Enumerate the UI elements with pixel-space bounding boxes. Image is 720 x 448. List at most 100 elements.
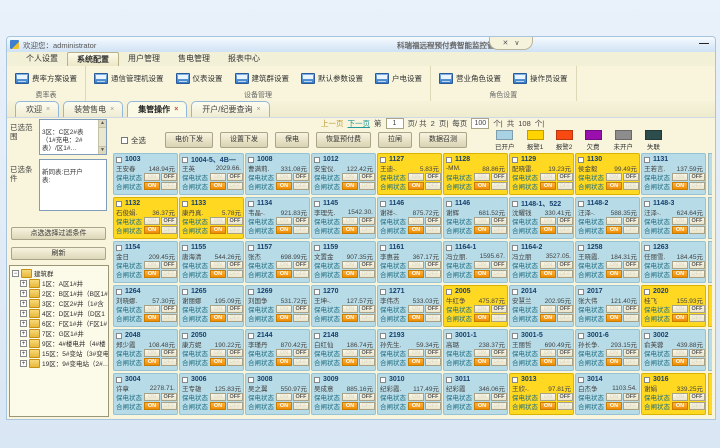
protect-on-toggle[interactable]: ON (144, 305, 160, 313)
switch-on-toggle[interactable]: ON (540, 402, 556, 410)
card-checkbox[interactable] (116, 333, 122, 339)
switch-off-toggle[interactable]: OFF (491, 226, 507, 234)
switch-off-toggle[interactable]: OFF (227, 182, 243, 190)
protect-off-toggle[interactable]: OFF (689, 217, 705, 225)
switch-off-toggle[interactable]: OFF (425, 182, 441, 190)
expand-icon[interactable]: + (20, 310, 27, 317)
prev-page-link[interactable]: 上一页 (321, 118, 344, 129)
switch-off-toggle[interactable]: OFF (227, 314, 243, 322)
protect-on-toggle[interactable]: ON (144, 349, 160, 357)
meter-card[interactable]: 1265谢丽娜195.09元保电状态ONOFF合闸状态ONOFF (179, 285, 244, 327)
menu-item[interactable]: 个人设置 (17, 52, 67, 66)
meter-card[interactable]: 1128-MM.88.86元保电状态ONOFF合闸状态ONOFF (443, 153, 508, 195)
protect-on-toggle[interactable]: ON (606, 173, 622, 181)
card-checkbox[interactable] (380, 201, 386, 207)
protect-on-toggle[interactable]: ON (210, 261, 226, 269)
tab[interactable]: 开户/纪要查询× (191, 101, 269, 117)
per-page-input[interactable]: 100 (471, 118, 489, 129)
protect-on-toggle[interactable]: ON (144, 217, 160, 225)
switch-on-toggle[interactable]: ON (474, 314, 490, 322)
select-all-checkbox[interactable] (121, 137, 128, 144)
card-checkbox[interactable] (182, 377, 188, 383)
tab-close-icon[interactable]: × (257, 106, 261, 113)
ribbon-button[interactable]: 操作员设置 (509, 70, 572, 87)
meter-card[interactable]: 1161李惠芸367.17元保电状态ONOFF合闸状态ONOFF (377, 241, 442, 283)
protect-on-toggle[interactable]: ON (606, 393, 622, 401)
select-all[interactable]: 全选 (121, 135, 146, 146)
protect-off-toggle[interactable]: OFF (161, 305, 177, 313)
protect-on-toggle[interactable]: ON (342, 261, 358, 269)
meter-card[interactable]: 1269刘国争531.72元保电状态ONOFF合闸状态ONOFF (245, 285, 310, 327)
menu-item[interactable]: 报表中心 (219, 52, 269, 66)
switch-off-toggle[interactable]: OFF (689, 182, 705, 190)
listbox-scrollbar[interactable]: ▲ ▼ (98, 120, 106, 154)
meter-card[interactable]: 3001-1高璐238.37元保电状态ONOFF合闸状态ONOFF (443, 329, 508, 371)
protect-off-toggle[interactable]: OFF (227, 349, 243, 357)
switch-off-toggle[interactable]: OFF (425, 270, 441, 278)
expand-icon[interactable]: + (20, 330, 27, 337)
protect-on-toggle[interactable]: ON (276, 173, 292, 181)
meter-card[interactable]: 3016谢娟339.25元保电状态ONOFF合闸状态ONOFF (641, 373, 706, 415)
switch-on-toggle[interactable]: ON (408, 182, 424, 190)
switch-on-toggle[interactable]: ON (672, 402, 688, 410)
protect-off-toggle[interactable]: OFF (557, 305, 573, 313)
meter-card[interactable]: 2193孙先生.59.34元保电状态ONOFF合闸状态ONOFF (377, 329, 442, 371)
protect-on-toggle[interactable]: ON (540, 217, 556, 225)
meter-card[interactable]: 1263任丽雪.184.45元保电状态ONOFF合闸状态ONOFF (641, 241, 706, 283)
switch-on-toggle[interactable]: ON (342, 314, 358, 322)
card-checkbox[interactable] (446, 201, 452, 207)
meter-card[interactable]: 1164-2冯立丽3527.05.保电状态ONOFF合闸状态ONOFF (509, 241, 574, 283)
tree-item[interactable]: +6区：F区1#井（F区1# (12, 318, 108, 328)
switch-on-toggle[interactable]: ON (672, 270, 688, 278)
protect-on-toggle[interactable]: ON (606, 217, 622, 225)
protect-off-toggle[interactable]: OFF (689, 261, 705, 269)
switch-on-toggle[interactable]: ON (276, 358, 292, 366)
protect-off-toggle[interactable]: OFF (557, 393, 573, 401)
switch-off-toggle[interactable]: OFF (491, 314, 507, 322)
meter-card[interactable]: 2014安慧兰202.95元保电状态ONOFF合闸状态ONOFF (509, 285, 574, 327)
card-checkbox[interactable] (512, 201, 518, 207)
card-checkbox[interactable] (248, 157, 254, 163)
meter-card[interactable]: 1145李理先.1542.30.保电状态ONOFF合闸状态ONOFF (311, 197, 376, 239)
minimize-button[interactable]: — (699, 38, 709, 50)
protect-off-toggle[interactable]: OFF (227, 261, 243, 269)
meter-card[interactable]: 1148-1、522沈耀钱330.41元保电状态ONOFF合闸状态ONOFF (509, 197, 574, 239)
protect-on-toggle[interactable]: ON (540, 173, 556, 181)
switch-on-toggle[interactable]: ON (408, 314, 424, 322)
switch-off-toggle[interactable]: OFF (293, 270, 309, 278)
close-icon[interactable]: ✕ (503, 39, 509, 47)
switch-off-toggle[interactable]: OFF (689, 358, 705, 366)
card-checkbox[interactable] (182, 333, 188, 339)
menu-item[interactable]: 系统配置 (67, 52, 119, 66)
action-button[interactable]: 保电 (275, 132, 309, 148)
filter-select-button[interactable]: 点选选择过滤条件 (11, 227, 106, 240)
expand-icon[interactable]: + (20, 350, 27, 357)
protect-off-toggle[interactable]: OFF (227, 305, 243, 313)
switch-off-toggle[interactable]: OFF (557, 226, 573, 234)
refresh-button[interactable]: 刷新 (11, 247, 106, 260)
switch-on-toggle[interactable]: ON (408, 358, 424, 366)
switch-off-toggle[interactable]: OFF (359, 182, 375, 190)
switch-on-toggle[interactable]: ON (540, 314, 556, 322)
protect-off-toggle[interactable]: OFF (161, 173, 177, 181)
switch-off-toggle[interactable]: OFF (623, 358, 639, 366)
protect-on-toggle[interactable]: ON (672, 173, 688, 181)
meter-card[interactable]: 1148-2汪泽-.588.35元保电状态ONOFF合闸状态ONOFF (575, 197, 640, 239)
tree-item[interactable]: +2区：B区1#井（B区1# (12, 288, 108, 298)
meter-card[interactable]: 1008曹满莉.331.08元保电状态ONOFF合闸状态ONOFF (245, 153, 310, 195)
protect-on-toggle[interactable]: ON (144, 261, 160, 269)
meter-card[interactable]: 1148-3汪泽-.624.64元保电状态ONOFF合闸状态ONOFF (641, 197, 706, 239)
protect-on-toggle[interactable]: ON (342, 349, 358, 357)
action-button[interactable]: 数据召测 (419, 132, 467, 148)
meter-card[interactable]: 2144李瑾丹870.42元保电状态ONOFF合闸状态ONOFF (245, 329, 310, 371)
protect-off-toggle[interactable]: OFF (623, 173, 639, 181)
switch-on-toggle[interactable]: ON (672, 182, 688, 190)
switch-off-toggle[interactable]: OFF (227, 270, 243, 278)
page-number-input[interactable]: 1 (386, 118, 404, 129)
protect-off-toggle[interactable]: OFF (623, 305, 639, 313)
protect-off-toggle[interactable]: OFF (491, 173, 507, 181)
protect-on-toggle[interactable]: ON (342, 305, 358, 313)
card-checkbox[interactable] (380, 377, 386, 383)
switch-off-toggle[interactable]: OFF (161, 402, 177, 410)
switch-off-toggle[interactable]: OFF (491, 358, 507, 366)
